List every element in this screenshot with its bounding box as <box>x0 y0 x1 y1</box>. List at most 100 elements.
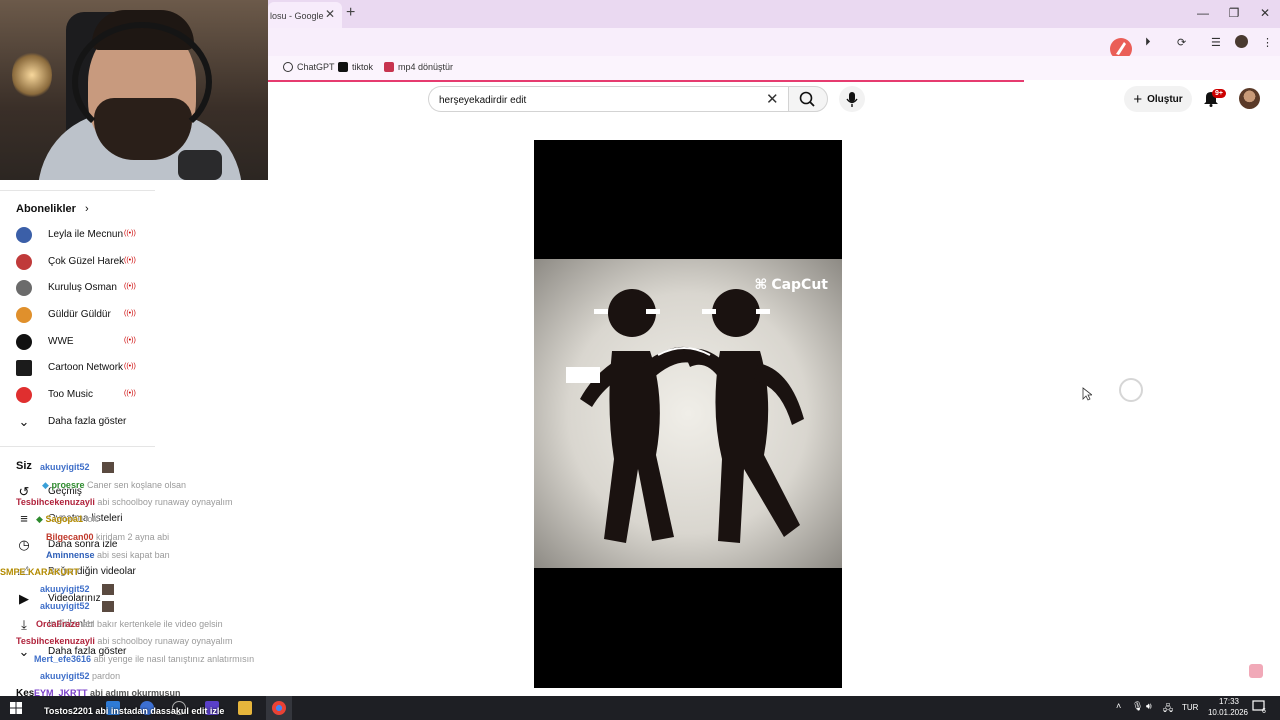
time-display[interactable]: 17:33 <box>1214 697 1244 706</box>
you-heading[interactable]: Siz <box>16 460 32 472</box>
refresh-extension-icon[interactable]: ⟳ <box>1177 36 1186 49</box>
bookmark-tiktok[interactable]: tiktok <box>338 62 373 72</box>
chat-message: akuuyigit52 <box>40 584 114 595</box>
extension-icon[interactable]: ⏵ <box>1145 36 1151 49</box>
webcam-overlay <box>0 0 268 180</box>
live-icon: ((•)) <box>124 283 136 290</box>
file-explorer-icon[interactable] <box>238 701 252 715</box>
channel-avatar <box>16 227 32 243</box>
subscriptions-heading[interactable]: Abonelikler › <box>16 203 89 215</box>
your-videos-icon: ▶ <box>19 591 29 606</box>
sidebar-item-channel[interactable]: Çok Güzel Harek… ((•)) <box>0 249 155 275</box>
language-indicator[interactable]: TUR <box>1182 703 1198 712</box>
live-icon: ((•)) <box>124 390 136 397</box>
chat-ticker: Tostos2201 abi instadan dassakul edit iz… <box>44 706 225 716</box>
sidebar-divider <box>0 190 155 191</box>
channel-avatar <box>16 360 32 376</box>
chat-message: Bilgecan00 kiridam 2 ayna abi <box>46 532 170 542</box>
more-options-icon[interactable]: ⋮ <box>1262 36 1273 49</box>
restore-icon[interactable]: ❐ <box>1225 6 1243 20</box>
tab-title: losu - Google <box>270 11 324 21</box>
shorts-video-player[interactable]: ⌘ CapCut <box>534 140 842 688</box>
badge-icon: ◆ <box>36 514 43 524</box>
bookmark-mp4[interactable]: mp4 dönüştür <box>384 62 453 72</box>
sidebar-item-channel[interactable]: Cartoon Network… ((•)) <box>0 355 155 381</box>
sidebar-item-channel[interactable]: WWE ((•)) <box>0 329 155 355</box>
live-icon: ((•)) <box>124 363 136 370</box>
sidebar-item-channel[interactable]: Kuruluş Osman ((•)) <box>0 275 155 301</box>
show-more-subscriptions[interactable]: ⌄ Daha fazla göster <box>0 409 155 435</box>
chat-message: akuuyigit52 pardon <box>40 671 121 681</box>
chat-message: Aminnense abi sesi kapat ban <box>46 550 170 560</box>
chat-message: OrcaFraze abi bakır kertenkele ile video… <box>36 619 223 629</box>
microphone-tray-icon[interactable]: 🎙︎ <box>1132 701 1143 712</box>
mouse-cursor-icon <box>1082 387 1092 401</box>
profile-icon[interactable] <box>1235 35 1248 48</box>
chat-message: Tesbihcekenuzayli abi schoolboy runaway … <box>16 497 233 507</box>
tray-chevron-icon[interactable]: ˄ <box>1116 701 1121 711</box>
voice-search-button[interactable] <box>839 86 865 112</box>
tiktok-icon <box>338 62 348 72</box>
minimize-icon[interactable]: — <box>1194 6 1212 20</box>
tab-close-icon[interactable]: ✕ <box>325 7 335 21</box>
notification-badge: 9+ <box>1212 89 1226 98</box>
close-window-icon[interactable]: ✕ <box>1256 6 1274 20</box>
channel-avatar <box>16 334 32 350</box>
video-frame: ⌘ CapCut <box>534 259 842 568</box>
create-button[interactable]: + Oluştur <box>1124 86 1192 112</box>
live-icon: ((•)) <box>124 337 136 344</box>
clear-search-icon[interactable]: ✕ <box>766 90 779 108</box>
search-input[interactable] <box>439 93 759 107</box>
loading-spinner <box>1119 378 1143 402</box>
badge-icon: ◆ <box>42 480 49 490</box>
bookmark-chatgpt[interactable]: ChatGPT <box>283 62 335 72</box>
chat-message: SMPE KARAKURT <box>0 567 80 577</box>
plus-icon: + <box>1133 90 1143 108</box>
live-icon: ((•)) <box>124 257 136 264</box>
emote-image <box>102 462 114 473</box>
chevron-down-icon: ⌄ <box>18 414 30 429</box>
channel-avatar <box>16 254 32 270</box>
chat-message: ◆ Sagopa1 lolc <box>36 514 99 524</box>
search-icon <box>799 91 815 107</box>
chevron-down-icon: ⌄ <box>18 644 30 659</box>
watch-later-icon: ◷ <box>18 537 30 552</box>
chevron-right-icon: › <box>84 203 89 215</box>
chatgpt-icon <box>283 62 293 72</box>
playlist-icon: ≡ <box>20 511 28 526</box>
sidebar-item-channel[interactable]: Too Music ((•)) <box>0 382 155 408</box>
floating-widget-icon[interactable] <box>1249 664 1263 678</box>
avatar[interactable] <box>1239 88 1260 109</box>
chat-message: Tesbihcekenuzayli abi schoolboy runaway … <box>16 636 233 646</box>
live-icon: ((•)) <box>124 310 136 317</box>
chat-message: ◆ proesre Caner sen koşlane olsan <box>42 480 187 490</box>
sidebar-item-channel[interactable]: Güldür Güldür ((•)) <box>0 302 155 328</box>
emote-image <box>102 584 114 595</box>
date-display[interactable]: 10.01.2026 <box>1203 708 1253 717</box>
microphone <box>178 150 222 180</box>
channel-avatar <box>16 280 32 296</box>
search-button[interactable] <box>788 86 828 112</box>
chat-message: akuuyigit52 <box>40 462 114 473</box>
windows-start-icon[interactable] <box>10 702 22 714</box>
converter-icon <box>384 62 394 72</box>
page-load-progress-bar <box>268 80 1024 82</box>
chat-message: Mert_efe3616 abi yenge ile nasıl tanıştı… <box>34 654 255 664</box>
chrome-active-icon[interactable] <box>272 701 286 715</box>
notification-count: 6 <box>1262 708 1266 715</box>
headphones <box>72 22 212 142</box>
volume-tray-icon[interactable]: 🔊︎ <box>1146 701 1152 712</box>
new-tab-button[interactable]: + <box>346 4 355 22</box>
channel-avatar <box>16 307 32 323</box>
network-tray-icon[interactable]: 🖧 <box>1163 701 1173 717</box>
chat-message: akuuyigit52 <box>40 601 114 612</box>
live-icon: ((•)) <box>124 230 136 237</box>
emote-image <box>102 601 114 612</box>
microphone-icon <box>846 92 858 107</box>
channel-avatar <box>16 387 32 403</box>
sidebar-item-channel[interactable]: Leyla ile Mecnun ((•)) <box>0 222 155 248</box>
menu-lines-icon[interactable]: ☰ <box>1211 36 1221 49</box>
stick-figures-fighting <box>566 289 804 543</box>
lamp <box>12 50 52 100</box>
download-icon: ⤓ <box>21 617 27 632</box>
